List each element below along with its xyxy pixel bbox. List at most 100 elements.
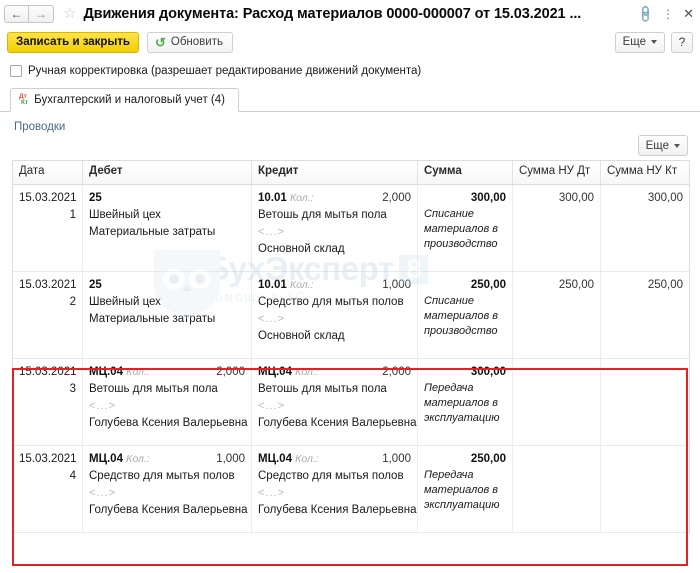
chevron-down-icon (651, 40, 657, 44)
navigation-buttons: ← → (4, 4, 54, 23)
credit-subconto-2: <...> (258, 226, 286, 238)
credit-subconto-1: Средство для мытья полов (258, 296, 404, 308)
debit-subconto-3: Голубева Ксения Валерьевна (89, 417, 248, 429)
cell-amount: 250,00 Списание материалов в производств… (418, 272, 513, 358)
cell-credit: МЦ.04 Кол.: 1,000 Средство для мытья пол… (252, 446, 418, 532)
column-header-date[interactable]: Дата (13, 161, 83, 184)
debit-subconto-2: Материальные затраты (89, 313, 216, 325)
table-row[interactable]: 15.03.2021 1 25 Швейный цех Материальные… (13, 185, 689, 272)
cell-credit: 10.01 Кол.: 2,000 Ветошь для мытья пола … (252, 185, 418, 271)
credit-account: 10.01 (258, 279, 287, 291)
chevron-down-icon (674, 143, 680, 148)
cell-amount: 300,00 Списание материалов в производств… (418, 185, 513, 271)
favorite-star-icon[interactable]: ☆ (63, 6, 76, 21)
debit-account: 25 (89, 192, 102, 204)
manual-correction-checkbox[interactable] (10, 65, 22, 77)
column-header-credit[interactable]: Кредит (252, 161, 418, 184)
close-icon[interactable]: ✕ (683, 7, 694, 20)
debit-account: МЦ.04 (89, 453, 123, 465)
cell-debit: 25 Швейный цех Материальные затраты (83, 272, 252, 358)
command-bar: Записать и закрыть ↻ Обновить Еще ? (0, 29, 700, 55)
more-button[interactable]: Еще (614, 31, 665, 53)
row-index: 3 (69, 383, 76, 395)
row-nu-credit: 250,00 (647, 279, 683, 291)
debit-subconto-1: Ветошь для мытья пола (89, 383, 218, 395)
credit-quantity-label: Кол.: (289, 192, 314, 204)
credit-account: МЦ.04 (258, 453, 292, 465)
credit-subconto-3: Голубева Ксения Валерьевна (258, 504, 417, 516)
table-more-button[interactable]: Еще (637, 135, 688, 156)
cell-date: 15.03.2021 4 (13, 446, 83, 532)
row-date: 15.03.2021 (19, 366, 77, 378)
forward-icon[interactable]: → (29, 4, 54, 23)
table-row[interactable]: 15.03.2021 2 25 Швейный цех Материальные… (13, 272, 689, 359)
debit-quantity: 1,000 (216, 453, 245, 465)
more-button-label: Еще (622, 36, 646, 48)
cell-debit: 25 Швейный цех Материальные затраты (83, 185, 252, 271)
credit-subconto-2: <...> (258, 313, 286, 325)
tab-accounting-and-tax[interactable]: Дт Кт Бухгалтерский и налоговый учет (4) (10, 88, 239, 112)
cell-credit: 10.01 Кол.: 1,000 Средство для мытья пол… (252, 272, 418, 358)
row-amount: 300,00 (470, 192, 506, 204)
debit-account: МЦ.04 (89, 366, 123, 378)
debit-subconto-1: Швейный цех (89, 296, 161, 308)
refresh-button-label: Обновить (170, 36, 223, 48)
refresh-button[interactable]: ↻ Обновить (146, 31, 233, 53)
cell-debit: МЦ.04 Кол.: 2,000 Ветошь для мытья пола … (83, 359, 252, 445)
row-amount: 300,00 (470, 366, 506, 378)
row-note: Передача материалов в эксплуатацию (424, 382, 500, 424)
manual-correction-label: Ручная корректировка (разрешает редактир… (28, 65, 422, 77)
table-row[interactable]: 15.03.2021 4 МЦ.04 Кол.: 1,000 Средство … (13, 446, 689, 533)
debit-subconto-3 (89, 328, 245, 345)
more-menu-icon[interactable]: ⋮ (662, 8, 674, 20)
row-index: 4 (69, 470, 76, 482)
row-note: Передача материалов в эксплуатацию (424, 469, 500, 511)
cell-amount: 300,00 Передача материалов в эксплуатаци… (418, 359, 513, 445)
table-header-row: Дата Дебет Кредит Сумма Сумма НУ Дт Сумм… (13, 161, 689, 185)
cell-nu-credit (601, 446, 689, 532)
credit-subconto-3: Голубева Ксения Валерьевна (258, 417, 417, 429)
credit-quantity-label: Кол.: (289, 279, 314, 291)
row-amount: 250,00 (470, 279, 506, 291)
cell-amount: 250,00 Передача материалов в эксплуатаци… (418, 446, 513, 532)
cell-debit: МЦ.04 Кол.: 1,000 Средство для мытья пол… (83, 446, 252, 532)
debit-subconto-2: <...> (89, 487, 117, 499)
table-row[interactable]: 15.03.2021 3 МЦ.04 Кол.: 2,000 Ветошь дл… (13, 359, 689, 446)
column-header-amount[interactable]: Сумма (418, 161, 513, 184)
debit-subconto-1: Швейный цех (89, 209, 161, 221)
credit-subconto-1: Средство для мытья полов (258, 470, 404, 482)
column-header-nu-credit[interactable]: Сумма НУ Кт (601, 161, 689, 184)
credit-quantity: 1,000 (382, 279, 411, 291)
save-and-close-button[interactable]: Записать и закрыть (7, 31, 139, 53)
debit-subconto-2: Материальные затраты (89, 226, 216, 238)
credit-quantity: 2,000 (382, 366, 411, 378)
row-amount: 250,00 (470, 453, 506, 465)
cell-nu-credit: 300,00 (601, 185, 689, 271)
debit-subconto-3 (89, 241, 245, 258)
back-icon[interactable]: ← (4, 4, 29, 23)
credit-subconto-2: <...> (258, 400, 286, 412)
section-title: Проводки (14, 121, 66, 133)
cell-credit: МЦ.04 Кол.: 2,000 Ветошь для мытья пола … (252, 359, 418, 445)
row-note: Списание материалов в производство (424, 208, 499, 250)
column-header-nu-debit[interactable]: Сумма НУ Дт (513, 161, 601, 184)
debit-account: 25 (89, 279, 102, 291)
cell-nu-credit: 250,00 (601, 272, 689, 358)
cell-date: 15.03.2021 2 (13, 272, 83, 358)
row-nu-credit: 300,00 (647, 192, 683, 204)
debit-quantity-label: Кол.: (126, 366, 150, 378)
link-icon[interactable]: 🔗 (635, 3, 655, 23)
help-button[interactable]: ? (671, 31, 693, 53)
postings-table: Дата Дебет Кредит Сумма Сумма НУ Дт Сумм… (12, 160, 690, 533)
column-header-debit[interactable]: Дебет (83, 161, 252, 184)
refresh-icon: ↻ (154, 34, 166, 50)
row-date: 15.03.2021 (19, 192, 77, 204)
table-more-label: Еще (645, 139, 669, 152)
credit-quantity: 2,000 (382, 192, 411, 204)
row-index: 2 (69, 296, 76, 308)
debit-quantity-label: Кол.: (126, 453, 150, 465)
manual-correction-row[interactable]: Ручная корректировка (разрешает редактир… (0, 55, 700, 81)
row-date: 15.03.2021 (19, 279, 77, 291)
cell-nu-debit: 300,00 (513, 185, 601, 271)
credit-icon-label: Кт (21, 99, 29, 106)
